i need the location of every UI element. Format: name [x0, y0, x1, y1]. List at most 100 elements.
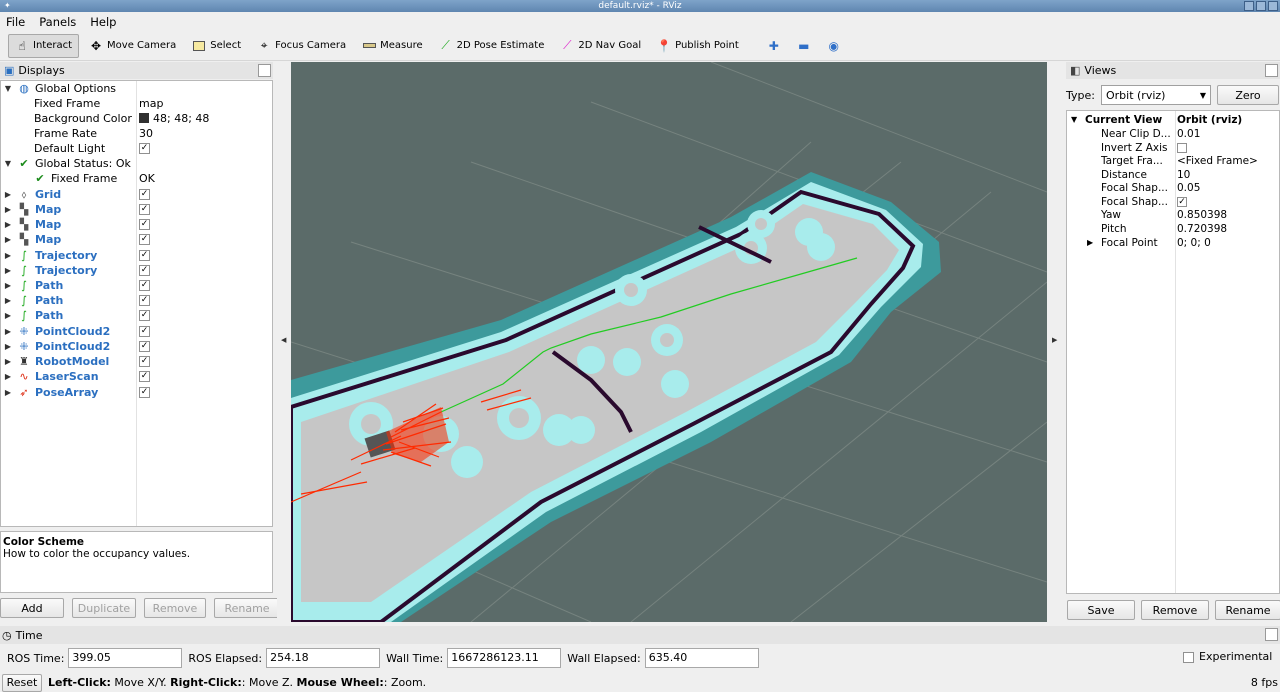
expand-arrow-icon[interactable]: ▶ [3, 354, 13, 369]
collapse-arrow-icon[interactable]: ▼ [3, 156, 13, 171]
expand-arrow-icon[interactable]: ▶ [1087, 236, 1093, 250]
enable-checkbox[interactable]: ✓ [139, 219, 150, 230]
view-prop-row[interactable]: Invert Z Axis [1067, 141, 1279, 155]
display-item-pointcloud2[interactable]: ▶ ⁜ PointCloud2 ✓ [1, 324, 272, 339]
ros-time-field[interactable]: 399.05 [68, 648, 183, 668]
add-tool-button[interactable]: ✚ [761, 34, 787, 58]
enable-checkbox[interactable]: ✓ [139, 310, 150, 321]
rename-view-button[interactable]: Rename [1215, 600, 1280, 620]
view-type-select[interactable]: Orbit (rviz) ▼ [1100, 85, 1211, 105]
undock-button[interactable] [1265, 64, 1278, 77]
expand-arrow-icon[interactable]: ▶ [3, 187, 13, 202]
right-splitter[interactable]: ▶ [1048, 62, 1062, 622]
undock-button[interactable] [258, 64, 271, 77]
view-prop-row[interactable]: Focal Shap... ✓ [1067, 195, 1279, 209]
expand-arrow-icon[interactable]: ▶ [3, 293, 13, 308]
enable-checkbox[interactable]: ✓ [139, 387, 150, 398]
render-viewport[interactable] [291, 62, 1047, 622]
move-camera-tool-button[interactable]: ✥ Move Camera [83, 34, 182, 58]
rename-display-button[interactable]: Rename [214, 598, 280, 618]
enable-checkbox[interactable]: ✓ [139, 295, 150, 306]
menu-help[interactable]: Help [90, 15, 116, 29]
collapse-right-icon[interactable]: ▶ [1052, 336, 1057, 344]
expand-arrow-icon[interactable]: ▶ [3, 217, 13, 232]
display-item-trajectory[interactable]: ▶ ∫ Trajectory ✓ [1, 263, 272, 278]
pose-estimate-tool-button[interactable]: ⟋ 2D Pose Estimate [433, 34, 551, 58]
view-prop-value[interactable]: 0.720398 [1177, 222, 1227, 236]
enable-checkbox[interactable]: ✓ [139, 371, 150, 382]
expand-arrow-icon[interactable]: ▶ [3, 385, 13, 400]
tree-row-status-fixed-frame[interactable]: ✔ Fixed Frame OK [1, 171, 272, 186]
enable-checkbox[interactable]: ✓ [139, 280, 150, 291]
enable-checkbox[interactable]: ✓ [139, 341, 150, 352]
add-display-button[interactable]: Add [0, 598, 64, 618]
enable-checkbox[interactable]: ✓ [139, 250, 150, 261]
view-prop-row[interactable]: Target Fra... <Fixed Frame> [1067, 154, 1279, 168]
display-item-pointcloud2[interactable]: ▶ ⁜ PointCloud2 ✓ [1, 339, 272, 354]
publish-point-tool-button[interactable]: 📍 Publish Point [651, 34, 745, 58]
interact-tool-button[interactable]: ☝ Interact [8, 33, 80, 58]
invert-z-checkbox[interactable] [1177, 143, 1187, 153]
view-prop-value[interactable]: 0.05 [1177, 181, 1200, 195]
remove-display-button[interactable]: Remove [144, 598, 206, 618]
view-prop-value[interactable]: 0.01 [1177, 127, 1200, 141]
view-prop-row[interactable]: Near Clip D... 0.01 [1067, 127, 1279, 141]
frame-rate-value[interactable]: 30 [139, 126, 153, 141]
focal-shape-checkbox[interactable]: ✓ [1177, 197, 1187, 207]
display-item-map[interactable]: ▶ ▚ Map ✓ [1, 202, 272, 217]
ros-elapsed-field[interactable]: 254.18 [266, 648, 381, 668]
tree-row-global-options[interactable]: ▼ ◍ Global Options [1, 81, 272, 96]
enable-checkbox[interactable]: ✓ [139, 265, 150, 276]
undock-button[interactable] [1265, 628, 1278, 641]
tree-row-background-color[interactable]: Background Color 48; 48; 48 [1, 111, 272, 126]
save-view-button[interactable]: Save [1067, 600, 1135, 620]
expand-arrow-icon[interactable]: ▶ [3, 248, 13, 263]
close-icon[interactable] [1268, 1, 1278, 11]
collapse-arrow-icon[interactable]: ▼ [3, 81, 13, 96]
default-light-checkbox[interactable]: ✓ [139, 143, 150, 154]
view-prop-row[interactable]: Focal Shap... 0.05 [1067, 181, 1279, 195]
wall-elapsed-field[interactable]: 635.40 [644, 648, 759, 668]
expand-arrow-icon[interactable]: ▶ [3, 308, 13, 323]
view-prop-value[interactable]: 0; 0; 0 [1177, 236, 1211, 250]
expand-arrow-icon[interactable]: ▶ [3, 232, 13, 247]
maximize-icon[interactable] [1256, 1, 1266, 11]
expand-arrow-icon[interactable]: ▶ [3, 263, 13, 278]
left-splitter[interactable]: ◀ [277, 62, 291, 622]
tree-row-fixed-frame[interactable]: Fixed Frame map [1, 96, 272, 111]
zero-view-button[interactable]: Zero [1216, 85, 1279, 105]
background-color-value[interactable]: 48; 48; 48 [139, 111, 209, 126]
expand-arrow-icon[interactable]: ▶ [3, 278, 13, 293]
current-view-row[interactable]: ▼ Current View Orbit (rviz) [1067, 113, 1279, 127]
experimental-checkbox[interactable] [1183, 652, 1194, 663]
collapse-left-icon[interactable]: ◀ [281, 336, 286, 344]
view-prop-value[interactable]: <Fixed Frame> [1177, 154, 1258, 168]
display-item-path[interactable]: ▶ ∫ Path ✓ [1, 278, 272, 293]
expand-arrow-icon[interactable]: ▶ [3, 202, 13, 217]
duplicate-display-button[interactable]: Duplicate [72, 598, 136, 618]
display-item-posearray[interactable]: ▶ ➶ PoseArray ✓ [1, 385, 272, 400]
menu-panels[interactable]: Panels [39, 15, 76, 29]
enable-checkbox[interactable]: ✓ [139, 356, 150, 367]
view-prop-value[interactable]: 0.850398 [1177, 208, 1227, 222]
enable-checkbox[interactable]: ✓ [139, 204, 150, 215]
display-item-robotmodel[interactable]: ▶ ♜ RobotModel ✓ [1, 354, 272, 369]
tree-row-global-status[interactable]: ▼ ✔ Global Status: Ok [1, 156, 272, 171]
remove-tool-button[interactable]: ▬ [791, 34, 817, 58]
display-item-map[interactable]: ▶ ▚ Map ✓ [1, 232, 272, 247]
minimize-icon[interactable] [1244, 1, 1254, 11]
view-prop-row[interactable]: ▶ Focal Point 0; 0; 0 [1067, 236, 1279, 250]
remove-view-button[interactable]: Remove [1141, 600, 1209, 620]
collapse-arrow-icon[interactable]: ▼ [1071, 113, 1077, 127]
view-prop-row[interactable]: Distance 10 [1067, 168, 1279, 182]
focus-camera-tool-button[interactable]: ⌖ Focus Camera [251, 34, 352, 58]
expand-arrow-icon[interactable]: ▶ [3, 369, 13, 384]
enable-checkbox[interactable]: ✓ [139, 234, 150, 245]
display-item-path[interactable]: ▶ ∫ Path ✓ [1, 308, 272, 323]
expand-arrow-icon[interactable]: ▶ [3, 339, 13, 354]
view-prop-row[interactable]: Pitch 0.720398 [1067, 222, 1279, 236]
expand-arrow-icon[interactable]: ▶ [3, 324, 13, 339]
display-item-grid[interactable]: ▶ ⬨ Grid ✓ [1, 187, 272, 202]
view-prop-value[interactable]: 10 [1177, 168, 1190, 182]
measure-tool-button[interactable]: Measure [356, 34, 429, 58]
